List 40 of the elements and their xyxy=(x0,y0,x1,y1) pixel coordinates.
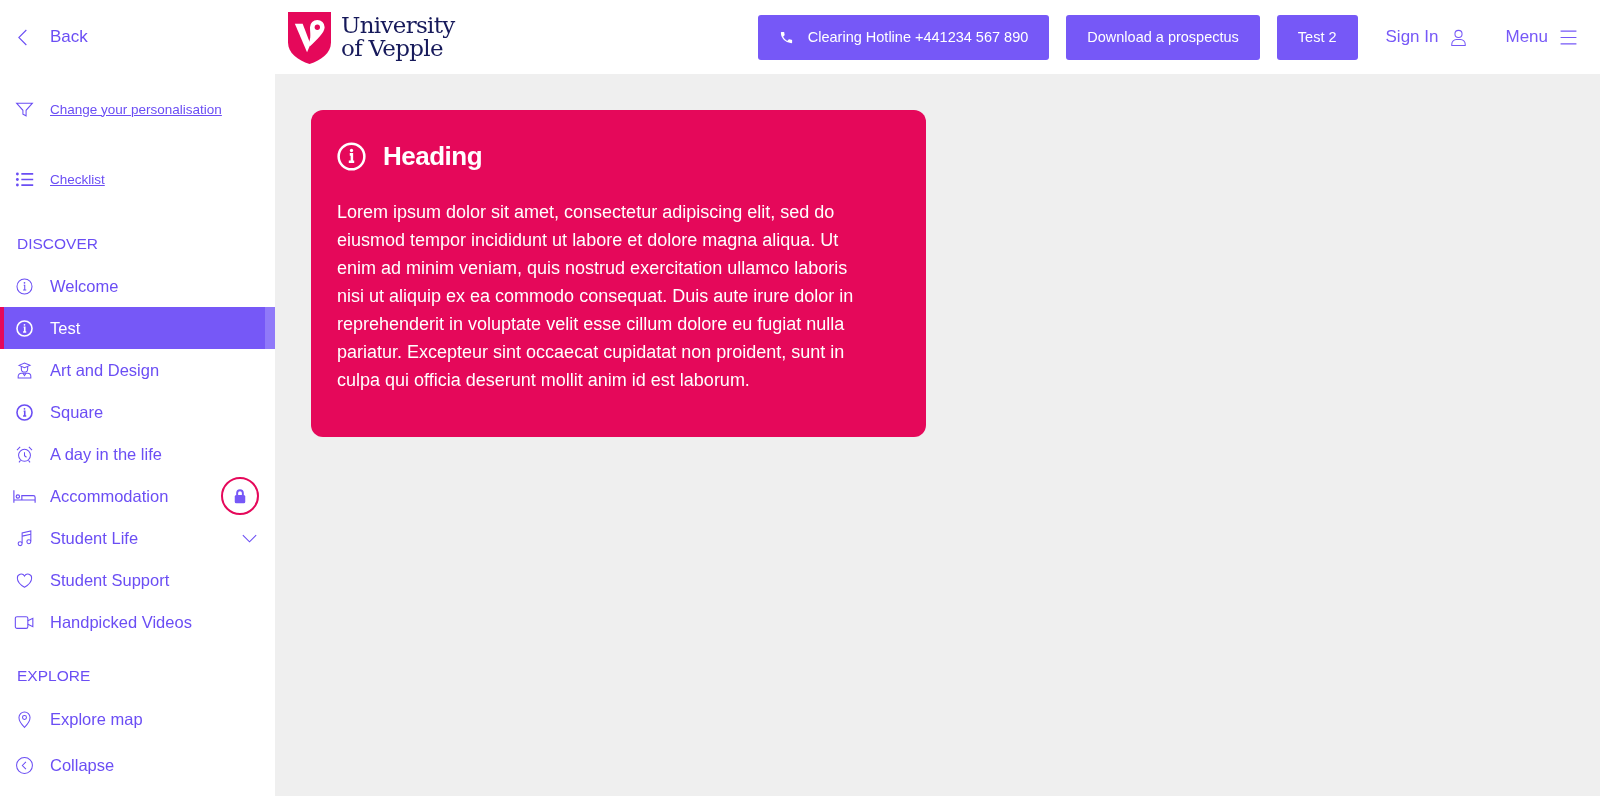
info-icon xyxy=(337,141,366,171)
header-button[interactable]: Download a prospectus xyxy=(1066,14,1260,60)
sidebar-item[interactable]: Art and Design xyxy=(0,349,275,391)
alarm-clock-icon xyxy=(15,444,34,464)
graduate-icon xyxy=(15,360,34,380)
user-icon xyxy=(1449,27,1469,47)
section-heading: DISCOVER xyxy=(16,234,99,254)
sidebar-item[interactable]: Student Life xyxy=(0,517,275,559)
logo-wordmark: University of Vepple xyxy=(341,14,455,60)
sidebar-item[interactable]: Test xyxy=(0,307,275,349)
header-button[interactable]: Test 2 xyxy=(1276,14,1358,60)
info-icon xyxy=(15,276,34,296)
bed-icon xyxy=(13,488,36,504)
phone-icon xyxy=(778,29,794,45)
section-heading: EXPLORE xyxy=(16,666,92,686)
sidebar-item[interactable]: A day in the life xyxy=(0,433,275,475)
info-icon xyxy=(15,318,34,338)
music-note-icon xyxy=(15,528,34,548)
card-body-text: Lorem ipsum dolor sit amet, consectetur adipiscing elit, sed do eiusmod tempor incididunt ut labore et dolore magna aliqua. Ut enim ad minim veniam, quis nostrud exercitation ullamco laboris nisi ut aliquip ex ea commodo consequat. Duis aute irure dolor in reprehenderit in voluptate velit esse cillum dolore eu fugiat nulla pariatur. Excepteur sint occaecat cupidatat non proident, sunt in culpa qui officia deserunt mollit anim id est laborum. xyxy=(337,201,855,392)
sidebar-link[interactable]: Change your personalisation xyxy=(0,96,222,122)
collapse-button[interactable]: Collapse xyxy=(0,744,275,786)
sidebar-item[interactable]: Square xyxy=(0,391,275,433)
chevron-left-circle-icon xyxy=(15,755,34,775)
sidebar-item[interactable]: Accommodation xyxy=(0,475,275,517)
shield-logo-icon xyxy=(288,10,331,64)
sidebar-item[interactable]: Student Support xyxy=(0,559,275,601)
heart-icon xyxy=(15,570,34,590)
info-icon xyxy=(15,402,34,422)
sign-in-link[interactable]: Sign In xyxy=(1385,27,1469,47)
sidebar-link[interactable]: Checklist xyxy=(0,166,105,192)
sidebar-item[interactable]: Explore map xyxy=(0,698,275,740)
sidebar-item[interactable]: Handpicked Videos xyxy=(0,601,275,643)
back-link[interactable]: Back xyxy=(0,0,88,74)
chevron-left-icon xyxy=(18,28,28,46)
map-pin-icon xyxy=(15,709,34,729)
video-camera-icon xyxy=(13,614,36,630)
header-button[interactable]: Clearing Hotline +441234 567 890 xyxy=(757,14,1050,60)
sidebar-item[interactable]: Welcome xyxy=(0,265,275,307)
card-heading: Heading xyxy=(383,141,483,171)
menu-button[interactable]: Menu xyxy=(1505,27,1578,47)
